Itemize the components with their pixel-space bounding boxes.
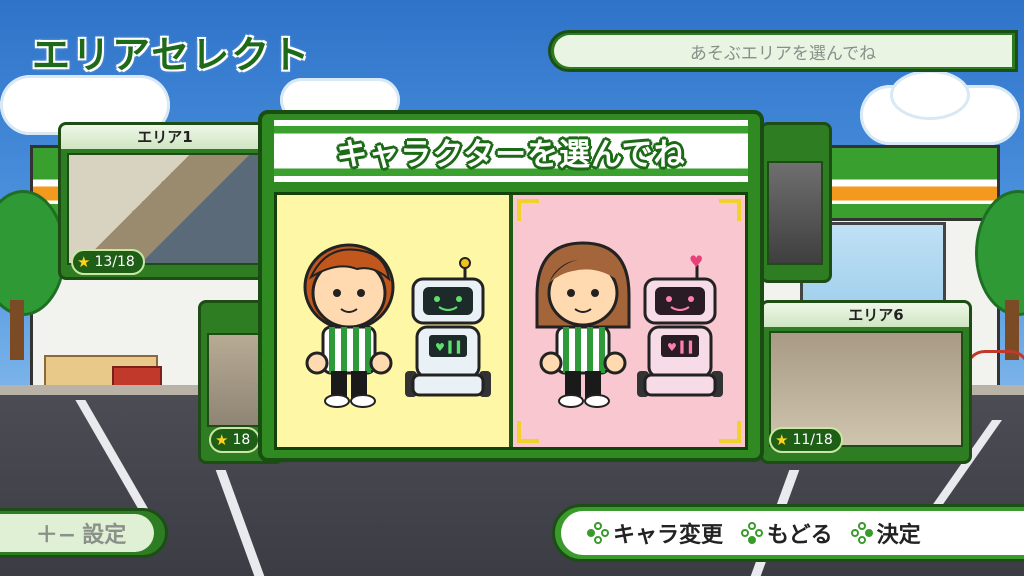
selection-corner: [517, 421, 539, 443]
settings-button-inner: ＋− 設定: [0, 514, 154, 552]
area-progress-text: 13/18: [94, 254, 135, 270]
girl-and-robot-illustration: ♥ ♥ ▍▍: [535, 241, 723, 408]
svg-text:♥ ▍▍: ♥ ▍▍: [435, 340, 465, 354]
button-left-icon: [587, 522, 609, 544]
area-card-3[interactable]: [760, 122, 832, 283]
area-preview-image: [767, 161, 823, 265]
svg-text:♥ ▍▍: ♥ ▍▍: [667, 340, 697, 354]
area-progress-badge: ★ 18: [209, 427, 261, 453]
control-label: キャラ変更: [613, 523, 724, 548]
star-icon: ★: [775, 431, 789, 449]
area-card-title: エリア1: [61, 125, 269, 149]
svg-text:♥: ♥: [689, 252, 703, 271]
plus-minus-icon: ＋−: [35, 523, 77, 548]
star-icon: ★: [77, 253, 91, 271]
area-card-title: エリア6: [763, 303, 969, 327]
settings-button[interactable]: ＋− 設定: [0, 508, 168, 558]
dialog-title: キャラクターを選んでね: [336, 136, 686, 173]
dialog-banner: キャラクターを選んでね: [274, 120, 748, 182]
area-progress-badge: ★ 11/18: [769, 427, 843, 453]
selection-corner: [719, 199, 741, 221]
cloud: [890, 70, 970, 120]
boy-and-robot-illustration: ♥ ▍▍: [303, 243, 491, 408]
controls-bar-inner: キャラ変更 もどる 決定: [561, 511, 1024, 555]
area-progress-text: 11/18: [792, 432, 833, 448]
button-down-icon: [741, 522, 764, 544]
tree-trunk: [10, 300, 24, 360]
controls-bar: キャラ変更 もどる 決定: [552, 504, 1024, 562]
area-card-6[interactable]: エリア6 ★ 11/18: [760, 300, 972, 464]
star-icon: ★: [215, 431, 229, 449]
character-option-boy[interactable]: ♥ ▍▍: [277, 195, 509, 447]
area-progress-text: 18: [232, 432, 251, 448]
character-select-dialog: キャラクターを選んでね ♥ ▍▍ ♥ ♥ ▍▍: [258, 110, 764, 462]
control-label: 決定: [876, 523, 921, 548]
confirm-control[interactable]: 決定: [850, 517, 921, 549]
settings-label: 設定: [82, 523, 127, 548]
control-label: もどる: [767, 523, 833, 548]
page-title: エリアセレクト: [31, 32, 312, 78]
button-right-icon: [850, 522, 873, 544]
hint-bar: あそぶエリアを選んでね: [548, 30, 1018, 72]
character-choices: ♥ ▍▍ ♥ ♥ ▍▍: [274, 192, 748, 450]
selection-corner: [719, 421, 741, 443]
character-option-girl[interactable]: ♥ ♥ ▍▍: [513, 195, 745, 447]
area-card-1[interactable]: エリア1 ★ 13/18: [58, 122, 272, 280]
area-progress-badge: ★ 13/18: [71, 249, 145, 275]
back-control[interactable]: もどる: [741, 517, 833, 549]
change-character-control[interactable]: キャラ変更: [587, 517, 723, 549]
hint-text: あそぶエリアを選んでね: [554, 35, 1012, 67]
selection-corner: [517, 199, 539, 221]
